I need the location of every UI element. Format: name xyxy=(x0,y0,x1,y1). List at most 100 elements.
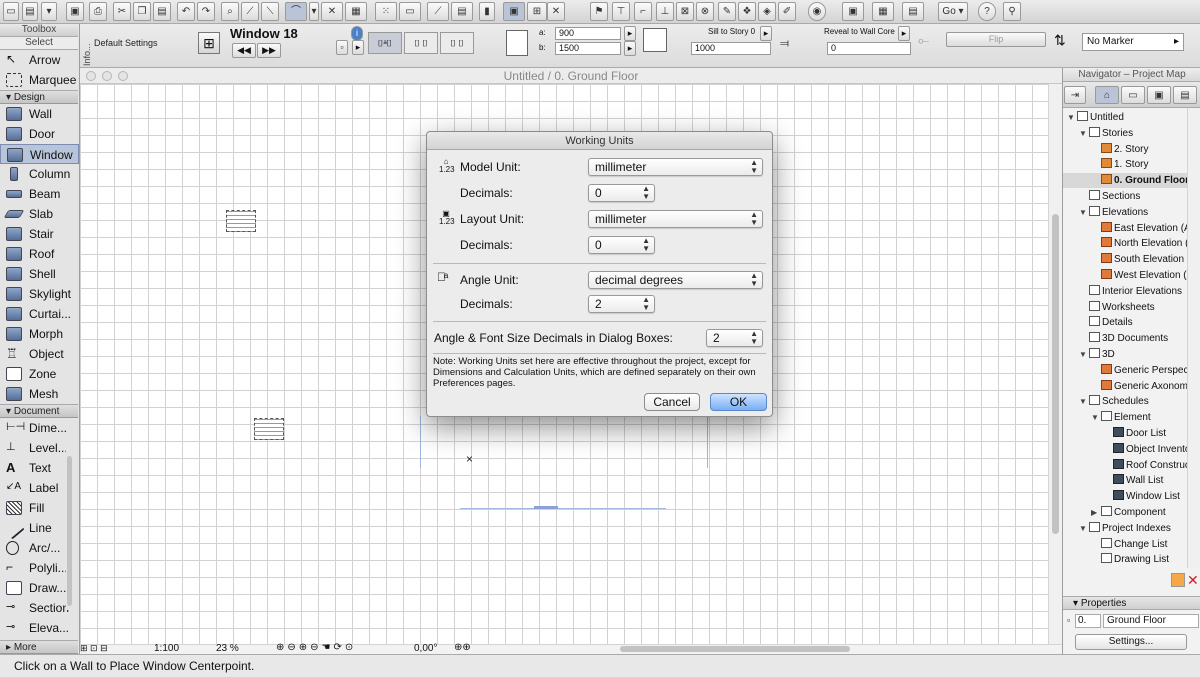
info-icon[interactable]: i xyxy=(351,26,363,41)
save-icon[interactable]: ▣ xyxy=(66,2,84,21)
nav-tree-item[interactable]: Window List xyxy=(1063,489,1200,504)
nav-tree-item[interactable]: West Elevation (Au xyxy=(1063,268,1200,283)
tool-window[interactable]: Window xyxy=(0,144,79,164)
navigator-scrollbar[interactable] xyxy=(1187,108,1200,568)
intersect-icon[interactable]: ⊗ xyxy=(696,2,714,21)
open-dropdown-icon[interactable]: ▾ xyxy=(41,2,57,21)
layout-book-tab-icon[interactable]: ▣ xyxy=(1147,86,1171,104)
nav-tree-item[interactable]: ▼ Element xyxy=(1063,410,1200,425)
nav-tree-item[interactable]: Wall List xyxy=(1063,473,1200,488)
canvas-vertical-scrollbar[interactable] xyxy=(1048,84,1062,644)
walk-icon[interactable]: ⚲ xyxy=(1003,2,1021,21)
go-button[interactable]: Go ▾ xyxy=(938,2,968,21)
paste-icon[interactable]: ▤ xyxy=(153,2,171,21)
tool-column[interactable]: Column xyxy=(0,164,79,184)
toolbox-scrollbar[interactable] xyxy=(66,434,74,610)
canvas-vertical-thumb[interactable] xyxy=(1052,214,1059,534)
anchor-center-button[interactable]: ⌷ᵃ⌷ xyxy=(368,32,402,54)
dialog-decimals-stepper[interactable]: 2 ▲ ▼ xyxy=(706,329,763,347)
nav-tree-item[interactable]: Details xyxy=(1063,315,1200,330)
layout-book-icon[interactable]: ▤ xyxy=(902,2,924,21)
tool-curtain-wall[interactable]: Curtai... xyxy=(0,304,79,324)
tool-stair[interactable]: Stair xyxy=(0,224,79,244)
new-folder-icon[interactable] xyxy=(1171,573,1185,587)
tool-beam[interactable]: Beam xyxy=(0,184,79,204)
syringe-icon[interactable]: ⟍ xyxy=(261,2,279,21)
edit-icon[interactable]: ✎ xyxy=(718,2,736,21)
nav-tree-item[interactable]: Generic Perspectiv xyxy=(1063,363,1200,378)
explode-icon[interactable]: ❖ xyxy=(738,2,756,21)
layout-decimals-stepper[interactable]: 0 ▲ ▼ xyxy=(588,236,655,254)
design-section-header[interactable]: ▾ Design xyxy=(0,90,78,104)
nav-tree-item[interactable]: Worksheets xyxy=(1063,300,1200,315)
settings-dialog-button[interactable]: ⊞ xyxy=(198,32,220,54)
reveal-field[interactable]: 0 xyxy=(827,42,911,55)
disclosure-open-icon[interactable]: ▼ xyxy=(1079,394,1089,409)
tool-roof[interactable]: Roof xyxy=(0,244,79,264)
nav-tree-item[interactable]: ▼ Schedules xyxy=(1063,394,1200,409)
nav-tree-item[interactable]: 0. Ground Floor xyxy=(1063,173,1200,189)
marker-popup[interactable]: No Marker ▸ xyxy=(1082,33,1184,51)
tool-shell[interactable]: Shell xyxy=(0,264,79,284)
anchor-play-button[interactable]: ▸ xyxy=(352,40,364,55)
disclosure-open-icon[interactable]: ▼ xyxy=(1079,205,1089,220)
brush-icon[interactable]: ✐ xyxy=(778,2,796,21)
properties-header[interactable]: ▾ Properties xyxy=(1063,596,1200,610)
ok-button[interactable]: OK xyxy=(710,393,767,411)
next-element-button[interactable]: ▶▶ xyxy=(257,43,281,58)
tool-object[interactable]: ♖ Object xyxy=(0,344,79,364)
flip-button[interactable]: Flip xyxy=(946,32,1046,47)
angle-decimals-stepper[interactable]: 2 ▲ ▼ xyxy=(588,295,655,313)
width-arrow-button[interactable]: ▸ xyxy=(624,26,636,41)
model-decimals-stepper[interactable]: 0 ▲ ▼ xyxy=(588,184,655,202)
grid-snap-icon[interactable]: ⁙ xyxy=(375,2,397,21)
nav-tree-item[interactable]: North Elevation (A xyxy=(1063,236,1200,251)
tool-slab[interactable]: Slab xyxy=(0,204,79,224)
print-icon[interactable]: ⎙ xyxy=(89,2,107,21)
marker-icon[interactable]: ▮ xyxy=(479,2,495,21)
copy-icon[interactable]: ❐ xyxy=(133,2,151,21)
disclosure-open-icon[interactable]: ▼ xyxy=(1091,410,1101,425)
height-field[interactable]: 1500 xyxy=(555,42,621,55)
nav-tree-item[interactable]: 1. Story xyxy=(1063,157,1200,172)
tool-zone[interactable]: Zone xyxy=(0,364,79,384)
cross-icon[interactable]: ✕ xyxy=(547,2,565,21)
disclosure-open-icon[interactable]: ▼ xyxy=(1067,110,1077,125)
undo-icon[interactable]: ↶ xyxy=(177,2,195,21)
view-map-tab-icon[interactable]: ▭ xyxy=(1121,86,1145,104)
nav-tree-item[interactable]: ▶ Component xyxy=(1063,505,1200,520)
nav-tree-item[interactable]: South Elevation (A xyxy=(1063,252,1200,267)
suspend-groups-icon[interactable]: ▣ xyxy=(503,2,525,21)
lock-icon[interactable]: ◈ xyxy=(758,2,776,21)
delete-icon[interactable]: ✕ xyxy=(1187,572,1199,589)
nav-tree-item[interactable]: 2. Story xyxy=(1063,142,1200,157)
toolbox-scroll-thumb[interactable] xyxy=(67,456,72,606)
measure-icon[interactable]: ⊞ xyxy=(527,2,547,21)
open-file-icon[interactable]: ▤ xyxy=(22,2,38,21)
sill-field[interactable]: 1000 xyxy=(691,42,771,55)
settings-button[interactable]: Settings... xyxy=(1075,634,1187,650)
sill-dropdown-button[interactable]: ▸ xyxy=(760,26,772,41)
disclosure-open-icon[interactable]: ▼ xyxy=(1079,521,1089,536)
nav-tree-item[interactable]: ▼ Stories xyxy=(1063,126,1200,141)
cut-icon[interactable]: ✂ xyxy=(113,2,131,21)
view-mode-icons[interactable]: ⊞ ⊡ ⊟ xyxy=(80,643,138,654)
nav-tree-item[interactable]: Generic Axonomet xyxy=(1063,379,1200,394)
new-file-icon[interactable]: ▭ xyxy=(3,2,19,21)
canvas-horizontal-thumb[interactable] xyxy=(620,646,850,652)
zoom-display[interactable]: 23 % xyxy=(216,643,239,654)
navigator-menu-icon[interactable]: ⇥ xyxy=(1064,86,1086,104)
tool-arrow[interactable]: ↖ Arrow xyxy=(0,50,79,70)
nav-tree-item[interactable]: ▼ Project Indexes xyxy=(1063,521,1200,536)
nav-tree-item[interactable]: Door List xyxy=(1063,426,1200,441)
nav-tree-item[interactable]: Change List xyxy=(1063,537,1200,552)
select-section-header[interactable]: Select xyxy=(0,37,78,50)
angle-display[interactable]: 0,00° xyxy=(414,643,437,654)
nav-tree-item[interactable]: ▼ 3D xyxy=(1063,347,1200,362)
layout-unit-popup[interactable]: millimeter ▲ ▼ xyxy=(588,210,763,228)
cancel-button[interactable]: Cancel xyxy=(644,393,700,411)
tool-elevation[interactable]: ⊸ Eleva... xyxy=(0,618,79,638)
nav-tree-item[interactable]: Sections xyxy=(1063,189,1200,204)
close-window-icon[interactable] xyxy=(86,71,96,81)
minimize-window-icon[interactable] xyxy=(102,71,112,81)
